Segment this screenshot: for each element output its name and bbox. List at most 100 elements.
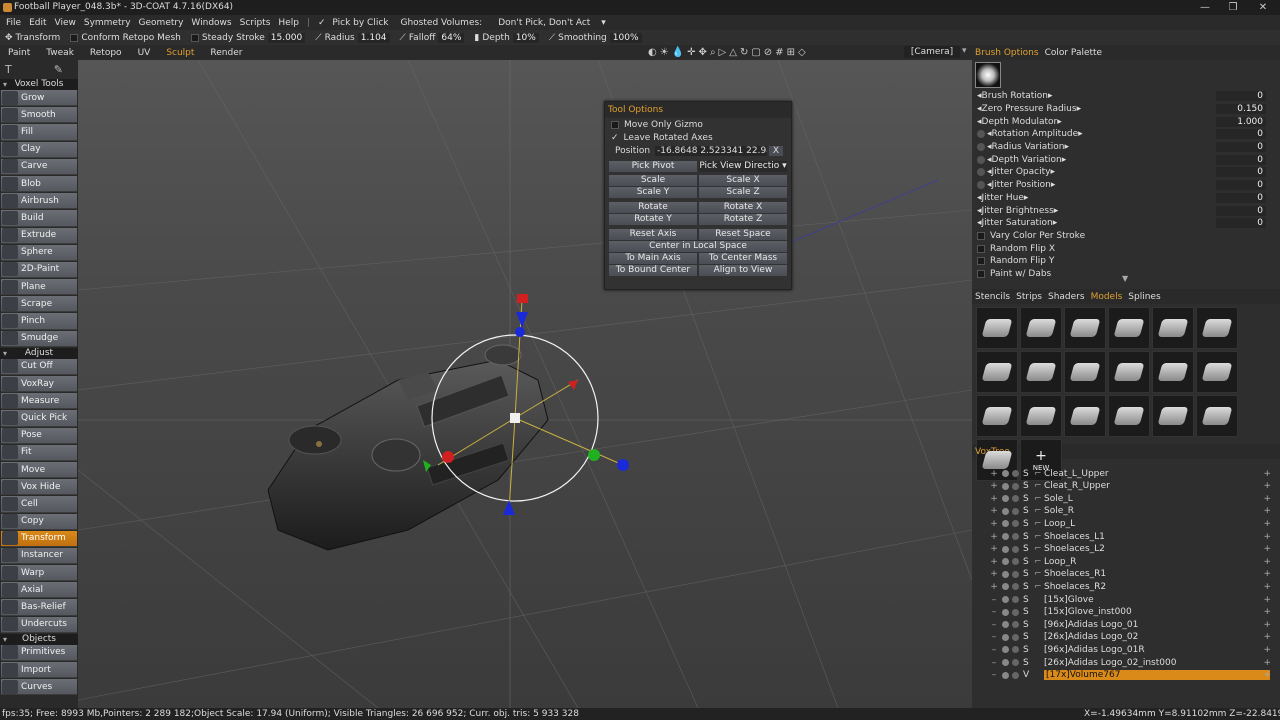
add-icon[interactable]: + <box>1263 569 1271 579</box>
expand-toggle-icon[interactable]: + <box>990 494 998 504</box>
voxtree-item[interactable]: + S ⌐ Sole_R + <box>972 505 1280 518</box>
steady-check[interactable] <box>190 33 199 42</box>
depth-control[interactable]: ▮ Depth 10% <box>469 32 543 43</box>
pen-icon[interactable]: ✎ <box>54 63 63 76</box>
add-icon[interactable]: + <box>1263 469 1271 479</box>
pick-pivot-button[interactable]: Pick Pivot <box>609 161 697 172</box>
tool-cell[interactable]: Cell <box>1 496 77 513</box>
menu-view[interactable]: View <box>51 18 80 28</box>
add-icon[interactable]: + <box>1263 481 1271 491</box>
param-toggle-icon[interactable] <box>977 130 985 139</box>
add-icon[interactable]: + <box>1263 494 1271 504</box>
model-thumb[interactable] <box>1064 307 1106 350</box>
to-bound-center-button[interactable]: To Bound Center <box>609 265 697 276</box>
tab-render[interactable]: Render <box>202 48 250 58</box>
menu-scripts[interactable]: Scripts <box>236 18 275 28</box>
add-icon[interactable]: + <box>1263 506 1271 516</box>
expand-toggle-icon[interactable]: + <box>990 469 998 479</box>
add-icon[interactable]: + <box>1263 632 1271 642</box>
tool-warp[interactable]: Warp <box>1 565 77 582</box>
voxtree-item[interactable]: + S ⌐ Sole_L + <box>972 493 1280 506</box>
param-value[interactable]: 0 <box>1216 218 1266 229</box>
scroll-down-icon[interactable]: ▼ <box>1122 274 1128 283</box>
smoothing-control[interactable]: ⟋ Smoothing 100% <box>544 32 647 43</box>
param-value[interactable]: 0 <box>1216 129 1266 140</box>
rotate-x-button[interactable]: Rotate X <box>699 202 787 213</box>
tab-models[interactable]: Models <box>1088 292 1126 302</box>
visibility-eye-icon[interactable] <box>1002 570 1009 578</box>
param-depth-modulator[interactable]: ◂ Depth Modulator ▸ 1.000 <box>972 115 1280 128</box>
tool-voxray[interactable]: VoxRay <box>1 376 77 393</box>
tool-copy[interactable]: Copy <box>1 513 77 530</box>
play-icon[interactable]: ▷ <box>719 47 727 58</box>
param-value[interactable]: 1.000 <box>1216 116 1266 127</box>
model-thumb[interactable] <box>1108 307 1150 350</box>
expand-toggle-icon[interactable]: – <box>990 658 998 668</box>
surface-mode-icon[interactable]: S <box>1023 519 1031 529</box>
scale-button[interactable]: Scale <box>609 175 697 186</box>
surface-mode-icon[interactable]: S <box>1023 658 1031 668</box>
tool-smooth[interactable]: Smooth <box>1 107 77 124</box>
tool-cut-off[interactable]: Cut Off <box>1 358 77 375</box>
rotate-view-icon[interactable]: ✥ <box>699 47 707 58</box>
surface-mode-icon[interactable]: S <box>1023 595 1031 605</box>
model-thumb[interactable] <box>1108 395 1150 438</box>
visibility-eye-icon[interactable] <box>1002 520 1009 528</box>
expand-toggle-icon[interactable]: + <box>990 519 998 529</box>
visibility-eye-icon[interactable] <box>1002 482 1009 490</box>
ghost-icon[interactable] <box>1012 507 1019 515</box>
tab-strips[interactable]: Strips <box>1013 292 1045 302</box>
surface-mode-icon[interactable]: S <box>1023 645 1031 655</box>
voxtree-item[interactable]: + S ⌐ Cleat_L_Upper + <box>972 467 1280 480</box>
param-value[interactable]: 0 <box>1216 180 1266 191</box>
expand-toggle-icon[interactable]: + <box>990 506 998 516</box>
surface-mode-icon[interactable]: S <box>1023 481 1031 491</box>
conform-retopo-checkbox[interactable]: Conform Retopo Mesh <box>65 33 186 43</box>
param-rotation-amplitude[interactable]: ◂ Rotation Amplitude ▸ 0 <box>972 128 1280 141</box>
tool-fill[interactable]: Fill <box>1 124 77 141</box>
lock-icon[interactable]: ⌐ <box>1034 494 1042 504</box>
add-icon[interactable]: + <box>1263 607 1271 617</box>
menu-help[interactable]: Help <box>274 18 303 28</box>
surface-mode-icon[interactable]: V <box>1023 670 1031 680</box>
param-value[interactable]: 0 <box>1216 91 1266 102</box>
tool-pinch[interactable]: Pinch <box>1 313 77 330</box>
tool-import[interactable]: Import <box>1 662 77 679</box>
brush-alpha-thumbnail[interactable] <box>975 62 1001 88</box>
visibility-eye-icon[interactable] <box>1002 495 1009 503</box>
surface-mode-icon[interactable]: S <box>1023 557 1031 567</box>
param-brush-rotation[interactable]: ◂ Brush Rotation ▸ 0 <box>972 90 1280 103</box>
surface-mode-icon[interactable]: S <box>1023 620 1031 630</box>
drop-icon[interactable]: 💧 <box>672 47 684 58</box>
param-value[interactable]: 0 <box>1216 154 1266 165</box>
surface-mode-icon[interactable]: S <box>1023 607 1031 617</box>
visibility-eye-icon[interactable] <box>1002 470 1009 478</box>
reset-space-button[interactable]: Reset Space <box>699 229 787 240</box>
tab-tweak[interactable]: Tweak <box>38 48 82 58</box>
position-input[interactable]: -16.8648 2.523341 22.98338 <box>655 146 767 156</box>
expand-toggle-icon[interactable]: + <box>990 481 998 491</box>
tab-splines[interactable]: Splines <box>1125 292 1163 302</box>
lock-icon[interactable]: ⌐ <box>1034 582 1042 592</box>
surface-mode-icon[interactable]: S <box>1023 582 1031 592</box>
model-thumb[interactable] <box>1196 395 1238 438</box>
tool-fit[interactable]: Fit <box>1 444 77 461</box>
pick-by-click-toggle[interactable]: ✓ Pick by Click <box>314 18 397 28</box>
visibility-eye-icon[interactable] <box>1002 646 1009 654</box>
visibility-eye-icon[interactable] <box>1002 533 1009 541</box>
param-value[interactable]: 0 <box>1216 192 1266 203</box>
light-icon[interactable]: ☀ <box>660 47 669 58</box>
param-value[interactable]: 0 <box>1216 205 1266 216</box>
depth-value[interactable]: 10% <box>512 32 539 43</box>
param-depth-variation[interactable]: ◂ Depth Variation ▸ 0 <box>972 153 1280 166</box>
model-thumb[interactable] <box>1020 351 1062 394</box>
add-icon[interactable]: + <box>1263 519 1271 529</box>
expand-toggle-icon[interactable]: – <box>990 607 998 617</box>
tool-blob[interactable]: Blob <box>1 175 77 193</box>
model-thumb[interactable] <box>1152 351 1194 394</box>
viewport-scene[interactable] <box>78 60 972 708</box>
surface-mode-icon[interactable]: S <box>1023 544 1031 554</box>
menu-geometry[interactable]: Geometry <box>135 18 188 28</box>
vary-color-per-stroke-row[interactable]: Vary Color Per Stroke <box>972 230 1280 243</box>
maximize-button[interactable]: ❐ <box>1218 0 1248 15</box>
